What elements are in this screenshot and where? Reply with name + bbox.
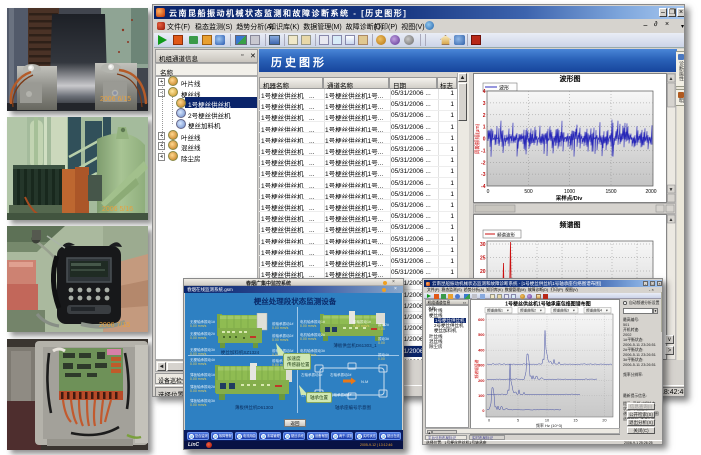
svg-text:-4: -4 [481,184,486,190]
svg-text:500: 500 [524,189,533,195]
svg-text:0: 0 [487,189,490,195]
svg-text:波形图: 波形图 [560,74,581,83]
svg-text:▼: ▼ [669,187,674,193]
svg-text:15: 15 [573,419,577,423]
svg-text:采样点/Div: 采样点/Div [555,194,584,202]
svg-text:100: 100 [478,394,484,398]
svg-text:▾: ▾ [606,309,608,313]
svg-text:频谱曲线2: 频谱曲线2 [520,308,536,313]
svg-text:▾: ▾ [507,309,509,313]
svg-text:20: 20 [602,419,606,423]
svg-text:10: 10 [545,419,549,423]
svg-text:0: 0 [482,409,484,413]
svg-text:波形: 波形 [499,85,509,92]
svg-text:3: 3 [483,101,486,107]
svg-text:2006 6/15: 2006 6/15 [100,96,131,103]
svg-text:▾: ▾ [573,309,575,313]
svg-text:2006 7/15: 2006 7/15 [99,322,130,329]
svg-text:30: 30 [480,242,486,248]
svg-text:▲: ▲ [669,76,674,82]
svg-text:0: 0 [488,419,490,423]
svg-text:2: 2 [483,113,486,119]
svg-text:-2: -2 [481,160,486,166]
svg-text:2000: 2000 [645,189,656,195]
svg-text:1000: 1000 [564,189,575,195]
svg-text:▲: ▲ [669,217,674,223]
svg-text:300: 300 [478,364,484,368]
svg-text:500: 500 [478,333,484,337]
svg-text:0: 0 [483,137,486,143]
svg-text:400: 400 [478,348,484,352]
svg-text:频谱曲线1: 频谱曲线1 [487,308,503,313]
svg-text:1: 1 [483,125,486,131]
svg-text:频谱图: 频谱图 [560,220,581,229]
svg-text:-3: -3 [481,172,486,178]
svg-text:200: 200 [478,379,484,383]
svg-text:-1: -1 [481,148,486,154]
svg-text:1号梗丝供丝机1号轴承座包络图谱布图: 1号梗丝供丝机1号轴承座包络图谱布图 [505,301,591,308]
svg-text:5: 5 [517,419,519,423]
svg-text:周期振幅(μm): 周期振幅(μm) [474,123,481,154]
svg-text:1500: 1500 [605,189,616,195]
svg-text:600: 600 [478,318,484,322]
svg-text:N.M: N.M [361,379,368,384]
svg-text:4: 4 [483,89,486,95]
svg-text:25: 25 [480,256,486,262]
svg-text:频谱曲线3: 频谱曲线3 [553,308,569,313]
svg-text:2006 5/16: 2006 5/16 [102,206,133,213]
svg-text:20: 20 [480,269,486,275]
svg-text:频谱波形: 频谱波形 [497,232,515,239]
svg-text:频谱幅值谱: 频谱幅值谱 [474,359,479,378]
svg-text:▾: ▾ [540,309,542,313]
svg-text:频谱曲线4: 频谱曲线4 [586,308,602,313]
